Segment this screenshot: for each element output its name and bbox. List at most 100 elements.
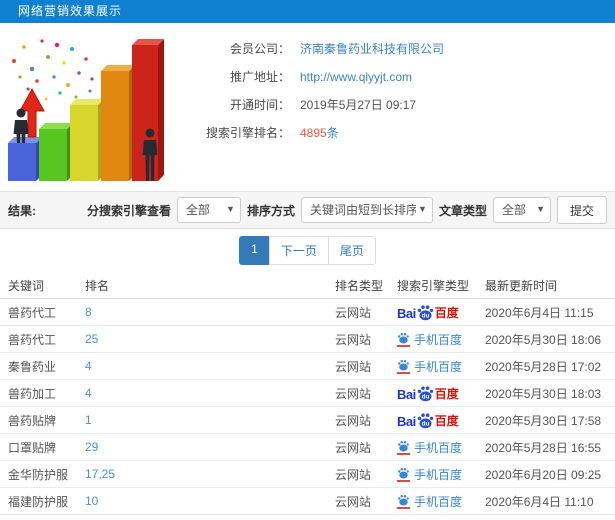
- promo-url-link[interactable]: http://www.qlyyjt.com: [300, 70, 412, 84]
- results-label: 结果:: [8, 203, 36, 218]
- promo-url-row: 推广地址： http://www.qlyyjt.com: [172, 63, 602, 90]
- baidu-mobile-badge: 手机百度: [397, 466, 462, 483]
- baidu-logo: Bai du 百度: [397, 412, 459, 429]
- keyword-cell: 金华防护服: [8, 467, 69, 482]
- filter-controls: 分搜索引擎查看 全部 ▼ 排序方式 关键词由短到长排序 ▼ 文章类型 全部 ▼ …: [87, 196, 607, 224]
- baidu-logo-bai-text: Bai: [397, 386, 416, 402]
- rank-type-cell: 云网站: [335, 305, 372, 320]
- submit-button[interactable]: 提交: [556, 196, 607, 224]
- keyword-cell: 口罩贴牌: [8, 440, 57, 455]
- keyword-cell: 兽药加工: [8, 386, 57, 401]
- engine-rank-count: 4895: [300, 126, 327, 140]
- baidu-mobile-paw-icon: [397, 332, 410, 347]
- rank-link[interactable]: 4: [85, 386, 92, 400]
- baidu-mobile-paw-icon: [397, 359, 410, 374]
- confetti-dots: [12, 39, 94, 101]
- baidu-paw-icon: du: [417, 304, 433, 320]
- article-type-select[interactable]: 全部: [493, 198, 550, 222]
- baidu-mobile-label: 手机百度: [414, 332, 463, 347]
- rank-type-cell: 云网站: [335, 413, 372, 428]
- keyword-cell: 秦鲁药业: [8, 359, 57, 374]
- table-row: 口罩贴牌 29 云网站 手机百度 2020年5月28日 16:55: [0, 434, 615, 461]
- rank-link[interactable]: 8: [85, 305, 92, 319]
- keyword-cell: 兽药贴牌: [8, 413, 57, 428]
- baidu-paw-icon: du: [417, 385, 433, 401]
- sort-filter-select[interactable]: 关键词由短到长排序: [301, 198, 432, 222]
- rank-type-cell: 云网站: [335, 494, 372, 509]
- col-header-rank: 排名: [85, 278, 110, 293]
- updated-time-cell: 2020年5月30日 18:06: [485, 332, 602, 347]
- engine-type-cell: 手机百度: [397, 493, 485, 510]
- results-filter-bar: 结果: 分搜索引擎查看 全部 ▼ 排序方式 关键词由短到长排序 ▼ 文章类型 全…: [0, 191, 615, 229]
- baidu-logo-cn-text: 百度: [434, 386, 459, 401]
- promo-url-label: 推广地址：: [229, 70, 290, 84]
- keyword-ranking-table: 关键词 排名 排名类型 搜索引擎类型 最新更新时间 兽药代工 8 云网站 Bai…: [0, 272, 615, 520]
- marketing-chart-illustration: [8, 39, 164, 181]
- opened-time-row: 开通时间： 2019年5月27日 09:17: [172, 91, 602, 118]
- engine-rank-link[interactable]: 4895条: [300, 124, 339, 141]
- engine-rank-unit: 条: [326, 126, 339, 140]
- rank-link[interactable]: 25: [85, 332, 98, 346]
- updated-time-cell: 2020年5月30日 18:03: [485, 386, 602, 401]
- baidu-paw-icon: du: [417, 412, 433, 428]
- svg-text:du: du: [421, 312, 429, 319]
- pagination: 1 下一页 尾页: [239, 236, 376, 265]
- rank-type-cell: 云网站: [335, 359, 372, 374]
- engine-type-cell: 手机百度: [397, 466, 485, 483]
- rank-link[interactable]: 10: [85, 494, 98, 508]
- svg-text:du: du: [421, 393, 429, 400]
- col-header-updated: 最新更新时间: [485, 278, 558, 293]
- article-type-filter-label: 文章类型: [438, 203, 487, 218]
- baidu-logo-cn-text: 百度: [434, 305, 459, 320]
- pagination-next-button[interactable]: 下一页: [268, 236, 329, 265]
- baidu-mobile-paw-icon: [397, 494, 410, 509]
- col-header-rank-type: 排名类型: [335, 278, 384, 293]
- page-title: 网络营销效果展示: [18, 4, 123, 18]
- rank-type-cell: 云网站: [335, 386, 372, 401]
- table-body: 兽药代工 8 云网站 Bai du 百度 2020年6月4日 11:15 兽药代…: [0, 299, 615, 520]
- pagination-last-button[interactable]: 尾页: [327, 236, 376, 265]
- engine-type-cell: Bai du 百度: [397, 412, 485, 429]
- titlebar: 网络营销效果展示: [0, 0, 615, 23]
- updated-time-cell: 2020年5月30日 17:58: [485, 413, 602, 428]
- updated-time-cell: 2020年5月28日 17:02: [485, 359, 602, 374]
- baidu-mobile-badge: 手机百度: [397, 493, 462, 510]
- opened-time-label: 开通时间：: [229, 98, 290, 112]
- baidu-mobile-badge: 手机百度: [397, 331, 462, 348]
- table-row: 兽药代工 25 云网站 手机百度 2020年5月30日 18:06: [0, 326, 615, 353]
- rank-link[interactable]: 29: [85, 440, 98, 454]
- table-row: 手机百度: [0, 515, 615, 520]
- rank-link[interactable]: 1: [85, 413, 92, 427]
- baidu-mobile-label: 手机百度: [414, 440, 463, 455]
- rank-type-cell: 云网站: [335, 467, 372, 482]
- engine-type-cell: 手机百度: [397, 358, 485, 375]
- table-row: 兽药贴牌 1 云网站 Bai du 百度 2020年5月30日 17:58: [0, 407, 615, 434]
- updated-time-cell: 2020年6月20日 09:25: [485, 467, 602, 482]
- updated-time-cell: 2020年6月4日 11:15: [485, 305, 594, 320]
- member-company-link[interactable]: 济南秦鲁药业科技有限公司: [300, 40, 444, 57]
- engine-type-cell: 手机百度: [397, 439, 485, 456]
- keyword-cell: 兽药代工: [8, 305, 57, 320]
- baidu-logo: Bai du 百度: [397, 304, 459, 321]
- table-row: 秦鲁药业 4 云网站 手机百度 2020年5月28日 17:02: [0, 353, 615, 380]
- baidu-mobile-badge: 手机百度: [397, 439, 462, 456]
- sort-filter-select-box: 关键词由短到长排序 ▼: [300, 197, 433, 223]
- baidu-logo-bai-text: Bai: [397, 305, 416, 321]
- pagination-page-1[interactable]: 1: [239, 236, 270, 265]
- opened-time-value: 2019年5月27日 09:17: [300, 98, 417, 112]
- engine-filter-label: 分搜索引擎查看: [86, 203, 171, 218]
- rank-link[interactable]: 17,25: [85, 467, 115, 481]
- engine-filter-select-box: 全部 ▼: [176, 197, 241, 223]
- table-row: 福建防护服 10 云网站 手机百度 2020年6月4日 11:10: [0, 488, 615, 515]
- engine-rank-row: 搜索引擎排名： 4895条: [172, 119, 602, 146]
- baidu-mobile-label: 手机百度: [414, 494, 463, 509]
- engine-type-cell: Bai du 百度: [397, 304, 485, 321]
- baidu-mobile-paw-icon: [397, 440, 410, 455]
- member-company-label: 会员公司：: [229, 42, 290, 56]
- hero-section: 会员公司： 济南秦鲁药业科技有限公司 推广地址： http://www.qlyy…: [0, 23, 615, 191]
- baidu-logo-cn-text: 百度: [434, 413, 459, 428]
- baidu-mobile-badge: 手机百度: [397, 358, 462, 375]
- col-header-engine-type: 搜索引擎类型: [397, 278, 470, 293]
- engine-filter-select[interactable]: 全部: [177, 198, 240, 222]
- rank-link[interactable]: 4: [85, 359, 92, 373]
